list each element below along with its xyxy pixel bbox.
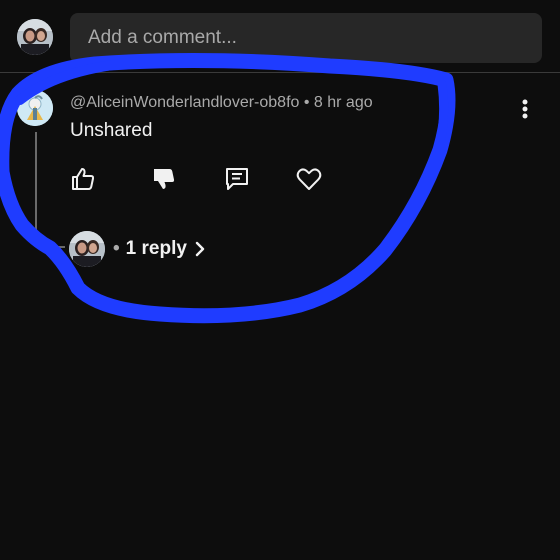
- thread-connector: [35, 234, 65, 248]
- thumbs-down-icon: [154, 169, 175, 189]
- heart-icon: [296, 168, 322, 190]
- author-avatar[interactable]: [17, 90, 53, 126]
- more-vertical-icon: [522, 99, 528, 119]
- comment-text: Unshared: [70, 120, 153, 141]
- comment-time: 8 hr ago: [313, 94, 373, 111]
- comment-meta: @AliceinWonderlandlover-ob8fo • 8 hr ago: [70, 94, 373, 112]
- meta-separator: •: [299, 94, 314, 111]
- like-button[interactable]: [69, 165, 97, 193]
- reply-button[interactable]: [223, 165, 251, 193]
- comment-icon: [226, 168, 248, 190]
- replies-dot: •: [113, 238, 120, 259]
- chevron-right-icon: [195, 241, 205, 257]
- reply-author-avatar: [69, 231, 105, 267]
- comments-screen: Add a comment... @AliceinWonderlandlover…: [0, 0, 560, 560]
- add-comment-bar: Add a comment...: [0, 0, 560, 73]
- blue-marker-annotation: [0, 52, 456, 324]
- thumbs-up-icon: [72, 168, 95, 190]
- thread-line: [35, 132, 37, 236]
- view-replies-button[interactable]: • 1 reply: [69, 230, 207, 268]
- more-options-button[interactable]: [515, 96, 535, 122]
- dislike-button[interactable]: [150, 165, 178, 193]
- replies-count: 1 reply: [125, 238, 187, 259]
- heart-button[interactable]: [295, 165, 323, 193]
- comment-input[interactable]: Add a comment...: [70, 13, 542, 63]
- author-handle[interactable]: @AliceinWonderlandlover-ob8fo: [70, 94, 299, 111]
- current-user-avatar: [17, 19, 53, 55]
